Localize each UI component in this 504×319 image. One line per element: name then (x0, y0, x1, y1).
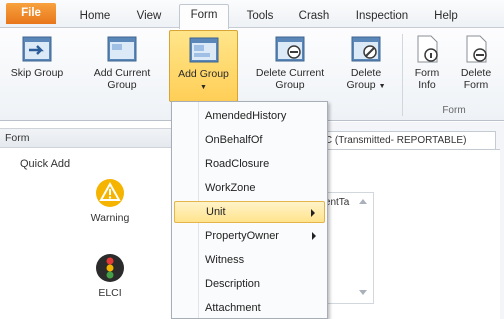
add-group-dropdown: AmendedHistory OnBehalfOf RoadClosure Wo… (171, 101, 328, 319)
window-delete-icon (275, 36, 305, 62)
tab-home[interactable]: Home (74, 7, 116, 28)
window-add-group-icon (189, 37, 218, 63)
tab-file[interactable]: File (6, 3, 56, 24)
dropdown-item-amendedhistory[interactable]: AmendedHistory (174, 105, 325, 127)
left-pane-title: Form (0, 128, 196, 148)
dropdown-item-onbehalfof[interactable]: OnBehalfOf (174, 129, 325, 151)
document-info-icon (417, 35, 438, 63)
dropdown-item-attachment[interactable]: Attachment (174, 297, 325, 319)
traffic-light-icon (96, 254, 124, 282)
dropdown-item-propertyowner[interactable]: PropertyOwner (174, 225, 325, 247)
delete-group-label: Delete Group (346, 67, 382, 91)
dropdown-item-propertyowner-label: PropertyOwner (205, 230, 279, 242)
delete-current-group-button[interactable]: Delete Current Group (252, 30, 328, 102)
scroll-down-icon[interactable] (359, 290, 367, 295)
skip-group-button[interactable]: Skip Group (4, 30, 70, 102)
form-info-label: Form Info (414, 67, 440, 91)
delete-current-group-label: Delete Current Group (255, 67, 325, 91)
scroll-up-icon[interactable] (359, 199, 367, 204)
tab-form[interactable]: Form (179, 4, 229, 29)
quick-add-elci[interactable]: ELCI (70, 253, 150, 299)
submenu-arrow-icon (311, 209, 315, 217)
dropdown-item-description[interactable]: Description (174, 273, 325, 295)
left-pane: Form Quick Add Warning ELCI (0, 122, 196, 319)
ribbon-group-label-form: Form (442, 105, 466, 116)
dropdown-item-workzone[interactable]: WorkZone (174, 177, 325, 199)
delete-group-button[interactable]: Delete Group ▼ (338, 30, 394, 102)
ribbon-separator (402, 34, 403, 116)
window-skip-icon (22, 36, 52, 62)
tab-help[interactable]: Help (428, 7, 464, 28)
delete-form-label: Delete Form (460, 67, 492, 91)
submenu-arrow-icon (312, 232, 316, 240)
tab-tools[interactable]: Tools (240, 7, 280, 28)
dropdown-item-witness[interactable]: Witness (174, 249, 325, 271)
dropdown-item-unit-label: Unit (206, 206, 226, 218)
document-delete-icon (466, 35, 487, 63)
add-current-group-label: Add Current Group (93, 67, 151, 91)
tab-crash[interactable]: Crash (294, 7, 334, 28)
skip-group-label: Skip Group (10, 67, 64, 79)
form-info-button[interactable]: Form Info (408, 30, 446, 102)
add-group-button[interactable]: Add Group ▼ (169, 30, 238, 102)
menu-bar: File Home View Form Tools Crash Inspecti… (0, 0, 504, 29)
quick-add-elci-label: ELCI (98, 287, 122, 299)
warning-icon (96, 179, 124, 207)
window-delete-group-icon (351, 36, 381, 62)
chevron-down-icon: ▼ (378, 83, 386, 90)
delete-form-button[interactable]: Delete Form (452, 30, 500, 102)
window-add-icon (107, 36, 137, 62)
dropdown-item-unit[interactable]: Unit (174, 201, 325, 223)
add-group-label: Add Group (178, 68, 229, 80)
chevron-down-icon: ▼ (200, 84, 207, 91)
add-current-group-button[interactable]: Add Current Group (84, 30, 160, 102)
tab-inspection[interactable]: Inspection (350, 7, 414, 28)
quick-add-label: Quick Add (20, 158, 71, 170)
quick-add-warning[interactable]: Warning (70, 178, 150, 224)
quick-add-warning-label: Warning (90, 212, 130, 224)
tab-view[interactable]: View (132, 7, 166, 28)
dropdown-item-roadclosure[interactable]: RoadClosure (174, 153, 325, 175)
document-tab[interactable]: SNC (Transmitted- REPORTABLE) (306, 131, 496, 149)
